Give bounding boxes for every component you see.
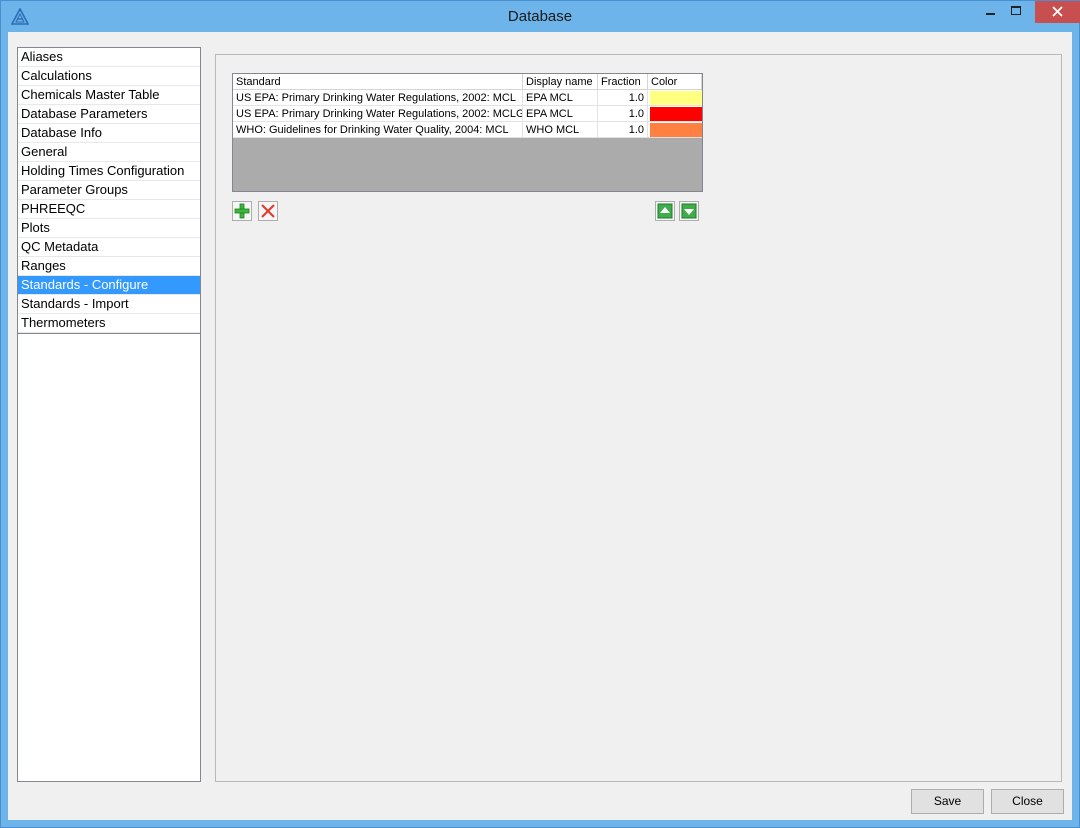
nav-item-plots[interactable]: Plots bbox=[18, 219, 200, 238]
cell-display-name[interactable]: WHO MCL bbox=[523, 122, 598, 138]
standards-configure-panel: Standard Display name Fraction Color US … bbox=[215, 54, 1062, 782]
settings-nav-list[interactable]: Aliases Calculations Chemicals Master Ta… bbox=[17, 47, 201, 782]
close-window-button[interactable] bbox=[1035, 1, 1080, 23]
color-swatch[interactable] bbox=[650, 107, 702, 121]
table-row[interactable]: WHO: Guidelines for Drinking Water Quali… bbox=[233, 122, 702, 138]
move-up-icon bbox=[657, 203, 673, 219]
move-down-icon bbox=[681, 203, 697, 219]
close-button[interactable]: Close bbox=[991, 789, 1064, 814]
window-title: Database bbox=[507, 8, 573, 25]
nav-item-thermometers[interactable]: Thermometers bbox=[18, 314, 200, 333]
save-button[interactable]: Save bbox=[911, 789, 984, 814]
nav-item-standards-import[interactable]: Standards - Import bbox=[18, 295, 200, 314]
nav-item-chemicals-master-table[interactable]: Chemicals Master Table bbox=[18, 86, 200, 105]
cell-standard[interactable]: WHO: Guidelines for Drinking Water Quali… bbox=[233, 122, 523, 138]
cell-standard[interactable]: US EPA: Primary Drinking Water Regulatio… bbox=[233, 90, 523, 106]
color-swatch[interactable] bbox=[650, 123, 702, 137]
nav-item-qc-metadata[interactable]: QC Metadata bbox=[18, 238, 200, 257]
column-header-standard[interactable]: Standard bbox=[233, 74, 523, 90]
cell-fraction[interactable]: 1.0 bbox=[598, 90, 648, 106]
column-header-display-name[interactable]: Display name bbox=[523, 74, 598, 90]
minimize-button[interactable] bbox=[977, 1, 1003, 23]
nav-list-divider bbox=[18, 333, 200, 334]
add-standard-button[interactable] bbox=[232, 201, 252, 221]
column-header-fraction[interactable]: Fraction bbox=[598, 74, 648, 90]
cell-fraction[interactable]: 1.0 bbox=[598, 122, 648, 138]
plus-icon bbox=[234, 203, 250, 219]
database-window: Database Aliases Calculations Chemicals … bbox=[0, 0, 1080, 828]
dialog-client-area: Aliases Calculations Chemicals Master Ta… bbox=[8, 32, 1072, 820]
nav-item-aliases[interactable]: Aliases bbox=[18, 48, 200, 67]
cell-fraction[interactable]: 1.0 bbox=[598, 106, 648, 122]
nav-item-phreeqc[interactable]: PHREEQC bbox=[18, 200, 200, 219]
cell-display-name[interactable]: EPA MCL bbox=[523, 106, 598, 122]
nav-item-ranges[interactable]: Ranges bbox=[18, 257, 200, 276]
delete-standard-button[interactable] bbox=[258, 201, 278, 221]
standards-grid[interactable]: Standard Display name Fraction Color US … bbox=[232, 73, 703, 192]
table-row[interactable]: US EPA: Primary Drinking Water Regulatio… bbox=[233, 90, 702, 106]
color-swatch[interactable] bbox=[650, 91, 702, 105]
cell-display-name[interactable]: EPA MCL bbox=[523, 90, 598, 106]
table-row[interactable]: US EPA: Primary Drinking Water Regulatio… bbox=[233, 106, 702, 122]
nav-item-general[interactable]: General bbox=[18, 143, 200, 162]
x-icon bbox=[261, 204, 275, 218]
nav-item-standards-configure[interactable]: Standards - Configure bbox=[18, 276, 200, 295]
nav-item-database-info[interactable]: Database Info bbox=[18, 124, 200, 143]
column-header-color[interactable]: Color bbox=[648, 74, 702, 90]
cell-standard[interactable]: US EPA: Primary Drinking Water Regulatio… bbox=[233, 106, 523, 122]
close-icon bbox=[1052, 6, 1063, 17]
maximize-button[interactable] bbox=[1003, 1, 1029, 23]
title-bar[interactable]: Database bbox=[1, 1, 1080, 32]
nav-item-calculations[interactable]: Calculations bbox=[18, 67, 200, 86]
nav-item-database-parameters[interactable]: Database Parameters bbox=[18, 105, 200, 124]
nav-item-holding-times-configuration[interactable]: Holding Times Configuration bbox=[18, 162, 200, 181]
nav-item-parameter-groups[interactable]: Parameter Groups bbox=[18, 181, 200, 200]
move-down-button[interactable] bbox=[679, 201, 699, 221]
move-up-button[interactable] bbox=[655, 201, 675, 221]
grid-header-row: Standard Display name Fraction Color bbox=[233, 74, 702, 90]
